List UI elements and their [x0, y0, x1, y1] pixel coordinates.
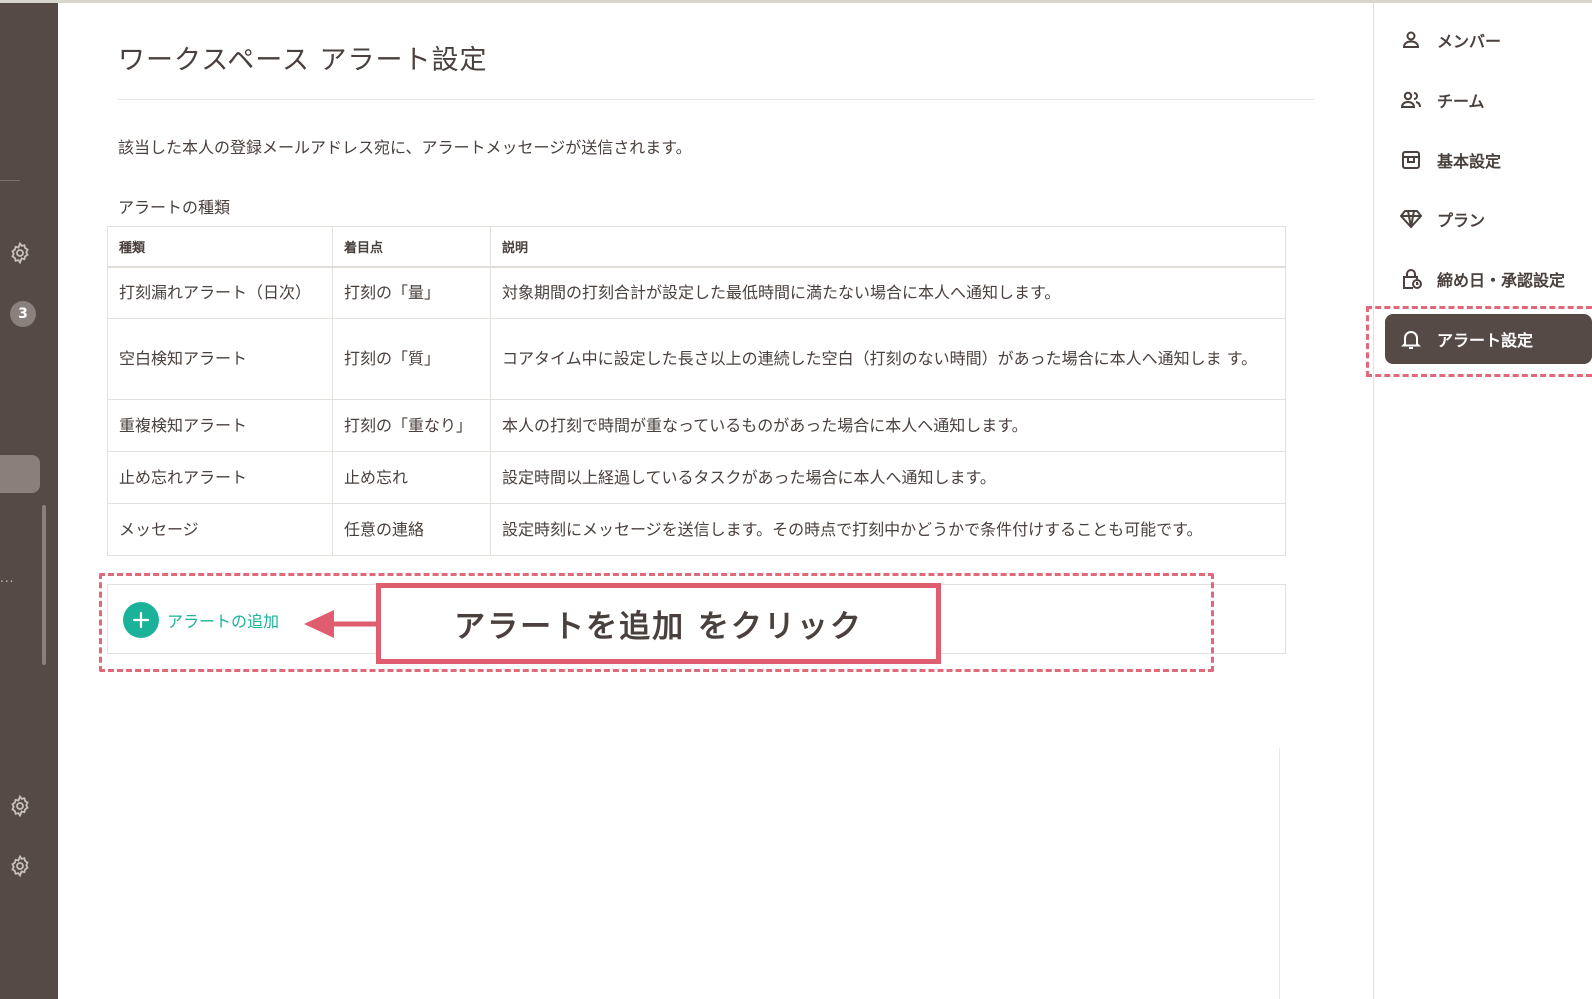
gear-icon[interactable] [8, 854, 32, 878]
sidebar-ellipsis: ... [0, 571, 15, 585]
table-cell: 対象期間の打刻合計が設定した最低時間に満たない場合に本人へ通知します。 [490, 266, 1286, 319]
highlight-dashed-box [1366, 306, 1592, 377]
content-divider [1279, 748, 1280, 999]
diamond-icon [1399, 210, 1423, 229]
table-row: 重複検知アラート 打刻の「重なり」 本人の打刻で時間が重なっているものがあった場… [107, 399, 1286, 452]
section-label: アラートの種類 [118, 198, 231, 217]
table-header-row: 種類 着目点 説明 [107, 226, 1286, 268]
alert-types-table: 種類 着目点 説明 打刻漏れアラート（日次） 打刻の「量」 対象期間の打刻合計が… [107, 226, 1286, 556]
table-row: 止め忘れアラート 止め忘れ 設定時間以上経過しているタスクがあった場合に本人へ通… [107, 451, 1286, 504]
table-cell: 止め忘れ [332, 451, 491, 504]
window-top-strip [0, 0, 1592, 3]
sidebar-selected-item[interactable] [0, 455, 40, 493]
nav-item-plan[interactable]: プラン [1385, 194, 1592, 244]
nav-item-members[interactable]: メンバー [1385, 15, 1592, 65]
nav-item-teams[interactable]: チーム [1385, 75, 1592, 125]
people-icon [1400, 91, 1421, 108]
table-cell: コアタイム中に設定した長さ以上の連続した空白（打刻のない時間）があった場合に本人… [490, 318, 1286, 400]
table-cell: メッセージ [107, 503, 333, 556]
page-description: 該当した本人の登録メールアドレス宛に、アラートメッセージが送信されます。 [118, 138, 692, 157]
gear-icon[interactable] [8, 241, 32, 265]
arrow-left-icon [302, 606, 380, 642]
table-row: メッセージ 任意の連絡 設定時刻にメッセージを送信します。その時点で打刻中かどう… [107, 503, 1286, 556]
table-cell: 本人の打刻で時間が重なっているものがあった場合に本人へ通知します。 [490, 399, 1286, 452]
nav-item-label: チーム [1437, 92, 1485, 111]
table-cell: 任意の連絡 [332, 503, 491, 556]
sidebar-scrollbar[interactable] [42, 505, 46, 665]
table-cell: 打刻漏れアラート（日次） [107, 266, 333, 319]
page-title: ワークスペース アラート設定 [118, 45, 488, 76]
left-sidebar: 3 ... [0, 3, 58, 999]
table-header-cell: 着目点 [332, 226, 491, 268]
table-cell: 重複検知アラート [107, 399, 333, 452]
table-header-cell: 説明 [490, 226, 1286, 268]
nav-item-basic-settings[interactable]: 基本設定 [1385, 135, 1592, 185]
nav-item-closing-approval[interactable]: 締め日・承認設定 [1385, 254, 1592, 304]
gear-icon[interactable] [8, 794, 32, 818]
title-divider [118, 99, 1314, 100]
nav-item-label: メンバー [1437, 32, 1502, 51]
nav-item-label: 基本設定 [1437, 152, 1502, 171]
notification-badge[interactable]: 3 [10, 301, 36, 327]
table-cell: 打刻の「量」 [332, 266, 491, 319]
table-row: 打刻漏れアラート（日次） 打刻の「量」 対象期間の打刻合計が設定した最低時間に満… [107, 266, 1286, 319]
table-cell: 空白検知アラート [107, 318, 333, 400]
table-cell: 打刻の「質」 [332, 318, 491, 400]
box-icon [1402, 151, 1420, 169]
table-cell: 止め忘れアラート [107, 451, 333, 504]
table-cell: 打刻の「重なり」 [332, 399, 491, 452]
table-header-cell: 種類 [107, 226, 333, 268]
person-icon [1402, 31, 1420, 48]
nav-item-label: 締め日・承認設定 [1437, 271, 1566, 290]
lock-clock-icon [1403, 269, 1422, 289]
nav-item-label: プラン [1437, 211, 1486, 230]
sidebar-divider [0, 180, 20, 181]
table-cell: 設定時刻にメッセージを送信します。その時点で打刻中かどうかで条件付けすることも可… [490, 503, 1286, 556]
table-row: 空白検知アラート 打刻の「質」 コアタイム中に設定した長さ以上の連続した空白（打… [107, 318, 1286, 400]
instruction-callout: アラートを追加 をクリック [376, 583, 941, 664]
table-cell: 設定時間以上経過しているタスクがあった場合に本人へ通知します。 [490, 451, 1286, 504]
